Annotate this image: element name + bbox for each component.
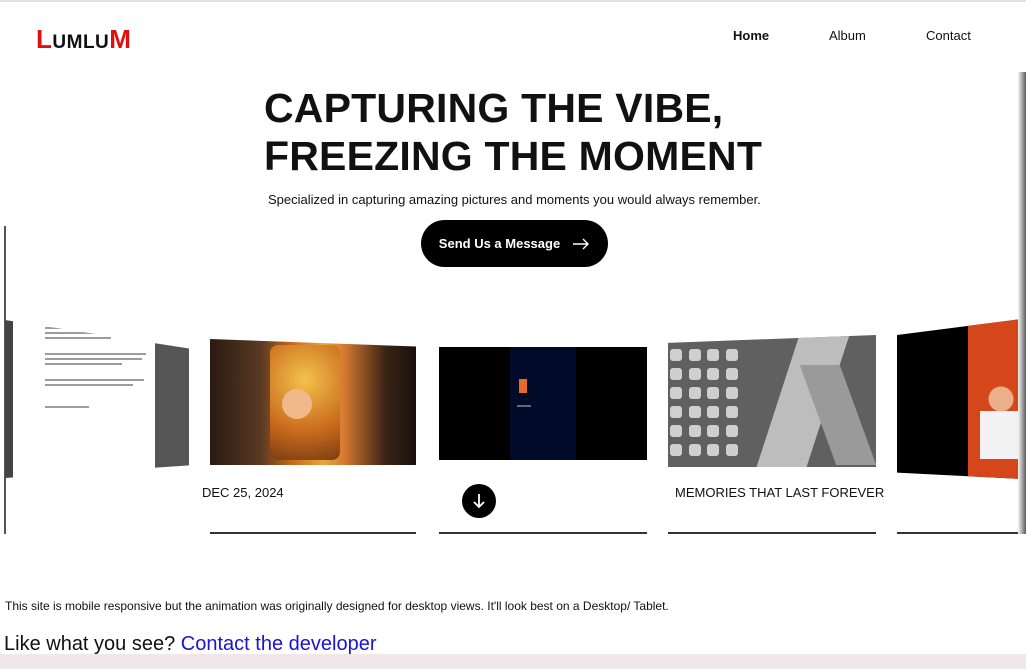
gallery-photo-3[interactable] [439,347,647,460]
photo-date-caption: DEC 25, 2024 [202,485,284,500]
carousel-base-line [897,532,1022,534]
photo-4-app-grid [670,349,740,459]
logo-letter-l: L [36,24,53,54]
photo-tagline-caption: MEMORIES THAT LAST FOREVER [675,485,885,500]
arrow-down-icon [473,494,485,509]
nav-contact[interactable]: Contact [926,28,971,43]
photo-1-grey-edge [155,320,189,478]
photo-3-app-icon [519,379,527,393]
gallery-photo-5[interactable] [897,319,1022,479]
photo-5-person [980,379,1022,459]
photo-3-phone-screen [510,347,576,460]
logo-middle: UMLU [52,32,110,53]
hero-subtitle: Specialized in capturing amazing picture… [268,192,761,207]
carousel-base-line [668,532,876,534]
carousel-base-line [210,532,416,534]
hero-title: CAPTURING THE VIBE, FREEZING THE MOMENT [264,84,824,180]
scroll-down-button[interactable] [462,484,496,518]
photo-3-text-line [517,405,531,407]
nav-album[interactable]: Album [829,28,866,43]
carousel-base-line [439,532,647,534]
photo-1-dark-edge [5,320,13,478]
photo-2-face [282,389,312,419]
hero-title-line1: CAPTURING THE VIBE, [264,85,724,131]
logo-letter-m: M [109,24,132,54]
contact-prompt-text: Like what you see? [4,633,176,655]
gallery-photo-4[interactable] [668,335,876,467]
hero-title-line2: FREEZING THE MOMENT [264,133,763,179]
gallery-photo-1[interactable] [5,320,189,478]
nav-home[interactable]: Home [733,28,769,43]
bottom-strip [0,654,1026,669]
contact-developer-link[interactable]: Contact the developer [181,633,377,655]
top-strip [0,0,1026,2]
photo-1-document-lines [45,324,155,411]
scrollbar[interactable] [1018,72,1026,534]
gallery-photo-2[interactable] [210,339,416,465]
contact-prompt: Like what you see? Contact the developer [4,633,376,656]
responsive-note: This site is mobile responsive but the a… [5,599,669,613]
site-logo[interactable]: LUMLUM [36,24,131,55]
